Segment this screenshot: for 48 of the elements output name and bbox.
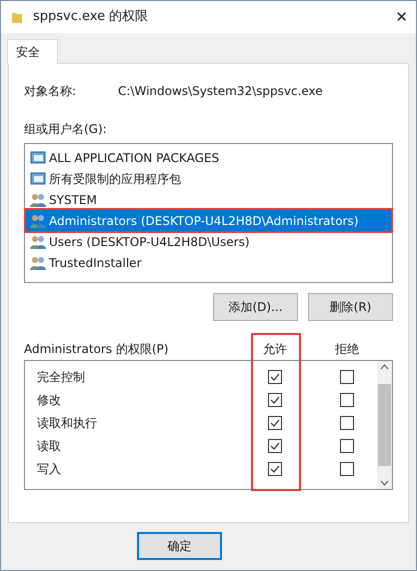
checkbox[interactable]	[340, 370, 354, 384]
user-list-item[interactable]: 所有受限制的应用程序包	[26, 168, 391, 189]
checkbox[interactable]	[340, 392, 354, 406]
column-header: 拒绝	[334, 341, 360, 358]
scrollbar[interactable]	[377, 361, 392, 489]
user-name: TrustedInstaller	[49, 254, 142, 272]
checked-checkbox[interactable]	[268, 370, 282, 384]
checkbox[interactable]	[340, 438, 354, 452]
close-button[interactable]: ✕	[395, 6, 408, 28]
checkbox[interactable]	[340, 416, 354, 430]
permission-name: 写入	[36, 460, 62, 478]
column-header: 允许	[262, 341, 288, 358]
dialog-button[interactable]: 添加(D)...	[213, 293, 298, 321]
checked-checkbox[interactable]	[268, 392, 282, 406]
package-icon	[30, 171, 46, 186]
users-icon	[30, 192, 46, 207]
section-label: 组或用户名(G):	[24, 121, 108, 138]
folder-icon	[11, 10, 23, 24]
field-label: 对象名称:	[24, 83, 78, 100]
permission-name: 修改	[36, 392, 62, 408]
user-list-item[interactable]: TrustedInstaller	[26, 252, 391, 273]
user-name: SYSTEM	[49, 192, 97, 208]
users-icon	[30, 213, 46, 228]
user-name: Users (DESKTOP-U4L2H8D\Users)	[49, 234, 250, 250]
tab[interactable]: 安全	[7, 39, 58, 64]
user-list-item[interactable]: SYSTEM	[26, 189, 391, 210]
checked-checkbox[interactable]	[268, 438, 282, 452]
users-icon	[30, 255, 46, 270]
dialog-button[interactable]: 删除(R)	[308, 293, 393, 321]
permission-name: 完全控制	[36, 368, 86, 386]
section-label: Administrators 的权限(P)	[24, 341, 170, 358]
ok-button[interactable]: 确定	[137, 532, 222, 560]
checkbox[interactable]	[340, 462, 354, 476]
permission-name: 读取	[36, 438, 62, 454]
user-name: Administrators (DESKTOP-U4L2H8D\Administrators)	[49, 212, 358, 230]
window-title: sppsvc.exe 的权限	[33, 8, 148, 26]
object-path: C:\Windows\System32\sppsvc.exe	[118, 83, 323, 100]
checked-checkbox[interactable]	[268, 462, 282, 476]
user-list-item[interactable]: ALL APPLICATION PACKAGES	[26, 147, 391, 168]
scrollbar-thumb[interactable]	[378, 384, 391, 466]
user-list-item[interactable]: Administrators (DESKTOP-U4L2H8D\Administrators)	[26, 210, 391, 231]
checked-checkbox[interactable]	[268, 416, 282, 430]
package-icon	[30, 150, 46, 165]
permission-name: 读取和执行	[36, 414, 98, 432]
user-name: ALL APPLICATION PACKAGES	[49, 150, 220, 166]
user-list-item[interactable]: Users (DESKTOP-U4L2H8D\Users)	[26, 231, 391, 252]
user-name: 所有受限制的应用程序包	[49, 170, 181, 188]
users-icon	[30, 234, 46, 249]
